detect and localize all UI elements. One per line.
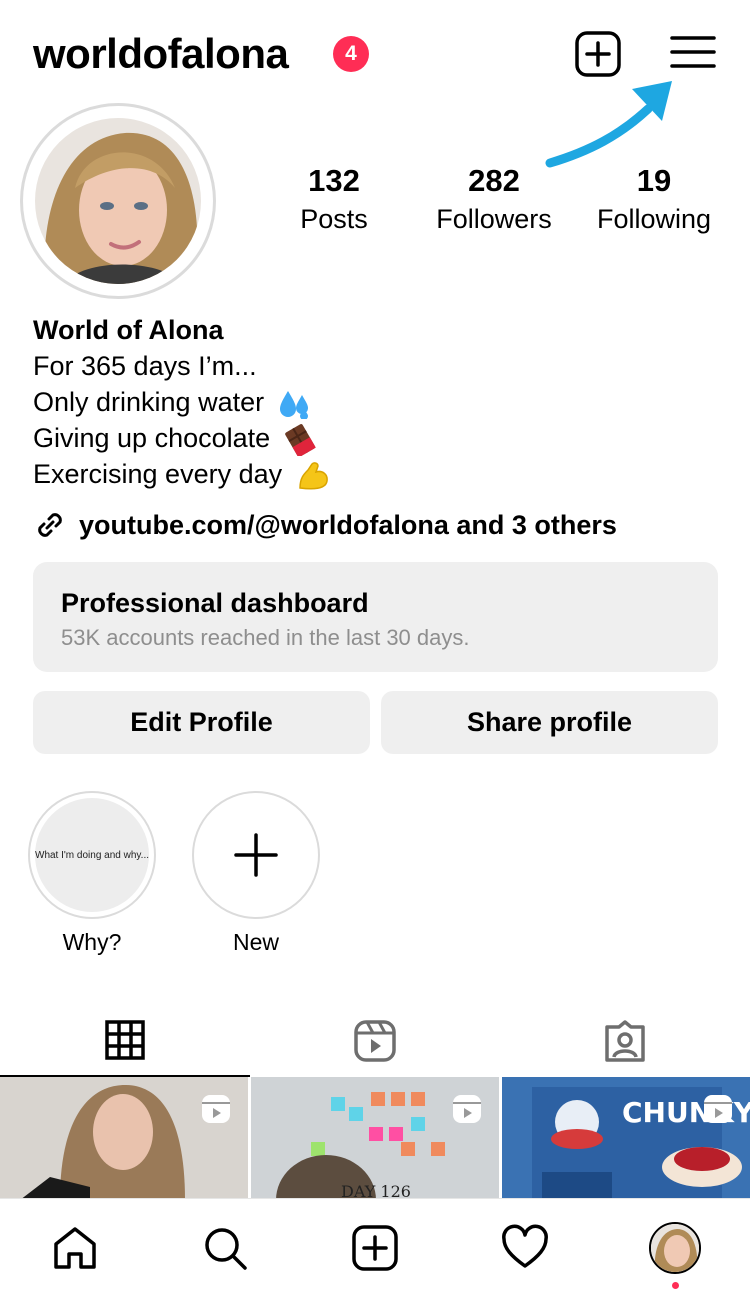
annotation-arrow [545, 81, 672, 168]
profile-bio: World of Alona For 365 days I’m... Only … [33, 312, 723, 492]
link-icon [38, 513, 62, 537]
notification-badge[interactable]: 4 [333, 36, 369, 72]
bio-line: Giving up chocolate [33, 420, 723, 456]
posts-count: 132 [308, 163, 360, 198]
reel-badge-icon [704, 1095, 732, 1123]
highlight-label: Why? [62, 929, 122, 955]
new-post-button[interactable] [574, 30, 622, 78]
reel-badge-icon [202, 1095, 230, 1123]
grid-icon [105, 1020, 145, 1060]
heart-icon [502, 1224, 548, 1268]
bio-line: Exercising every day [33, 456, 723, 492]
following-stat[interactable]: 19 Following [584, 163, 724, 235]
reels-icon [354, 1020, 396, 1062]
home-icon [54, 1227, 96, 1269]
highlight-cover-text: What I'm doing and why... [35, 849, 149, 861]
highlight-cover: What I'm doing and why... [35, 798, 149, 912]
dashboard-title: Professional dashboard [61, 588, 369, 618]
chocolate-bar-emoji-icon [284, 423, 316, 456]
reel-badge-icon [453, 1095, 481, 1123]
edit-profile-button[interactable]: Edit Profile [33, 691, 370, 754]
highlight-ring: What I'm doing and why... [28, 791, 156, 919]
tab-posts-grid[interactable] [0, 1005, 250, 1077]
profile-notification-dot [672, 1282, 679, 1289]
following-label: Following [596, 204, 712, 234]
bio-line: Only drinking water [33, 384, 723, 420]
share-profile-button[interactable]: Share profile [381, 691, 718, 754]
nav-activity[interactable] [498, 1221, 552, 1275]
nav-create[interactable] [348, 1221, 402, 1275]
nav-home[interactable] [48, 1221, 102, 1275]
bio-line-text: Giving up chocolate [33, 423, 271, 453]
plus-square-icon [352, 1225, 398, 1271]
grid-post[interactable]: DAY 126 [251, 1077, 499, 1200]
profile-username[interactable]: worldofalona [33, 30, 289, 78]
flexed-biceps-emoji-icon [298, 462, 328, 490]
bottom-navigation [0, 1198, 750, 1297]
professional-dashboard-card[interactable]: Professional dashboard 53K accounts reac… [33, 562, 718, 672]
posts-grid: DAY 126 CHUNKY [0, 1077, 750, 1200]
posts-stat[interactable]: 132 Posts [284, 163, 384, 235]
water-drops-emoji-icon [279, 390, 308, 419]
profile-avatar[interactable] [20, 103, 216, 299]
highlight-ring [192, 791, 320, 919]
profile-links[interactable]: youtube.com/@worldofalona and 3 others [33, 508, 617, 542]
grid-post[interactable] [0, 1077, 248, 1200]
highlight-label: New [232, 929, 279, 955]
story-highlight[interactable]: What I'm doing and why... Why? [28, 791, 156, 956]
profile-photo [35, 118, 201, 284]
followers-label: Followers [436, 204, 552, 234]
bio-line-text: Only drinking water [33, 387, 265, 417]
tab-reels[interactable] [250, 1005, 500, 1077]
menu-button[interactable] [670, 33, 716, 73]
new-highlight-button[interactable]: New [192, 791, 320, 956]
link-text[interactable]: youtube.com/@worldofalona and 3 others [79, 510, 617, 541]
following-count: 19 [636, 163, 672, 198]
bio-line: For 365 days I’m... [33, 351, 257, 381]
bio-line-text: Exercising every day [33, 459, 283, 489]
plus-icon [234, 833, 278, 877]
tab-tagged[interactable] [500, 1005, 750, 1077]
content-tabs [0, 1005, 750, 1077]
nav-profile[interactable] [648, 1221, 702, 1275]
plus-square-icon [575, 31, 621, 77]
hamburger-menu-icon [670, 36, 716, 68]
display-name: World of Alona [33, 315, 224, 345]
grid-post[interactable]: CHUNKY [502, 1077, 750, 1200]
profile-avatar-small [649, 1222, 701, 1274]
followers-count: 282 [468, 163, 520, 198]
search-icon [205, 1228, 247, 1270]
posts-label: Posts [300, 204, 368, 234]
tagged-person-icon [605, 1020, 645, 1062]
nav-search[interactable] [198, 1221, 252, 1275]
dashboard-subtitle: 53K accounts reached in the last 30 days… [61, 625, 470, 650]
followers-stat[interactable]: 282 Followers [424, 163, 564, 235]
